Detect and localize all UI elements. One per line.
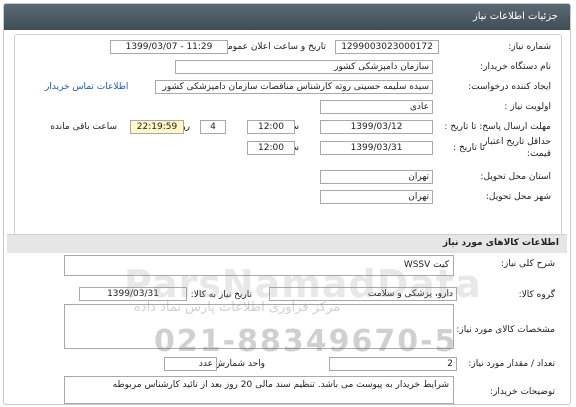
province-field: تهران	[320, 170, 433, 184]
validity-label-line2: قیمت:	[526, 149, 551, 159]
send-deadline-time-field: 12:00	[247, 120, 295, 134]
qty-field: 2	[329, 357, 457, 371]
remaining-time-label: ساعت باقی مانده	[50, 122, 117, 132]
validity-label-line1: حداقل تاریخ اعتبار	[483, 137, 551, 147]
buyer-notes-text: شرایط خریدار به پیوست می باشد. تنظیم سند…	[112, 380, 449, 390]
send-deadline-label: مهلت ارسال پاسخ: تا تاریخ :	[444, 122, 551, 132]
announce-datetime-field: 1399/03/07 - 11:29	[110, 40, 228, 54]
creator-label: ایجاد کننده درخواست:	[468, 82, 551, 92]
page-title: جزئیات اطلاعات نیاز	[472, 11, 558, 22]
buyer-org-field: سازمان دامپزشکی کشور	[175, 60, 433, 74]
buyer-org-label: نام دستگاه خریدار:	[480, 62, 551, 72]
buyer-contact-link[interactable]: اطلاعات تماس خریدار	[45, 82, 128, 92]
creator-field: سیده سلیمه حسینی روته کارشناس مناقصات سا…	[155, 80, 433, 94]
group-label: گروه کالا:	[518, 290, 555, 300]
summary-label: شرح کلی نیاز:	[500, 259, 555, 269]
remaining-time-field: 22:19:59	[130, 120, 184, 134]
watermark-tagline: مرکز فراوری اطلاعات پارس نماد داده	[134, 300, 341, 315]
validity-time-field: 12:00	[247, 141, 295, 155]
title-bar: جزئیات اطلاعات نیاز	[4, 4, 570, 30]
priority-label: اولویت نیاز :	[504, 102, 551, 112]
need-details-window: جزئیات اطلاعات نیاز شماره نیاز: 12990030…	[3, 3, 571, 405]
need-details-panel: شماره نیاز: 1299003023000172 تاریخ و ساع…	[14, 34, 562, 249]
need-number-label: شماره نیاز:	[508, 42, 551, 52]
send-deadline-date-field: 1399/03/12	[320, 120, 433, 134]
specs-label: مشخصات کالای مورد نیاز:	[456, 325, 555, 335]
validity-date-field: 1399/03/31	[320, 141, 433, 155]
province-label: استان محل تحویل:	[480, 172, 551, 182]
goods-section-title: اطلاعات کالاهای مورد نیاز	[442, 238, 559, 248]
unit-field: عدد	[164, 357, 217, 371]
city-label: شهر محل تحویل:	[485, 192, 551, 202]
buyer-notes-label: توضیحات خریدار:	[489, 387, 555, 397]
unit-label: واحد شمارش:	[211, 359, 265, 369]
city-field: تهران	[320, 190, 433, 204]
days-remaining-field: 4	[200, 120, 226, 134]
priority-field: عادی	[320, 100, 433, 114]
qty-label: تعداد / مقدار مورد نیاز:	[468, 359, 555, 369]
announce-datetime-label: تاریخ و ساعت اعلان عمومی:	[217, 42, 326, 52]
need-number-field: 1299003023000172	[335, 40, 439, 54]
validity-until-label: تا تاریخ :	[453, 143, 485, 153]
goods-section-header: اطلاعات کالاهای مورد نیاز	[7, 234, 567, 253]
watermark-phone: 021-88349670-5	[154, 324, 458, 359]
buyer-notes-field: شرایط خریدار به پیوست می باشد. تنظیم سند…	[64, 376, 454, 404]
